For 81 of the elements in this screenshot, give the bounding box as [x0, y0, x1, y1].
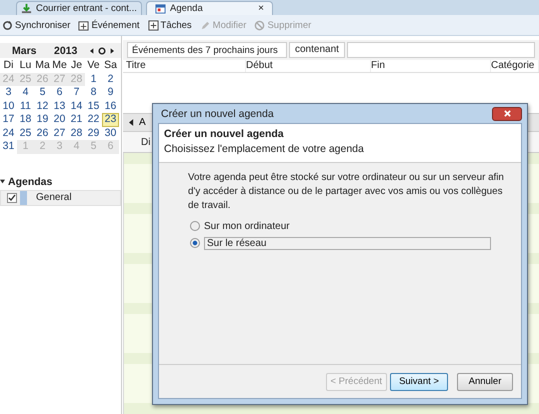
- column-header[interactable]: Début: [246, 60, 371, 72]
- day-cell[interactable]: 26: [34, 126, 51, 140]
- day-cell[interactable]: 27: [51, 126, 68, 140]
- year-label[interactable]: 2013: [54, 44, 84, 56]
- day-cell[interactable]: 31: [0, 140, 17, 154]
- toolbar-button[interactable]: Synchroniser: [0, 20, 72, 30]
- agenda-name: General: [35, 192, 72, 203]
- column-header[interactable]: Fin: [371, 60, 491, 72]
- day-cell[interactable]: 17: [0, 113, 17, 126]
- delete-icon: [254, 20, 266, 30]
- day-cell[interactable]: 14: [68, 100, 85, 113]
- close-button[interactable]: [492, 106, 522, 120]
- day-cell[interactable]: 10: [0, 100, 17, 113]
- checkbox[interactable]: [7, 192, 17, 202]
- day-header: Di: [141, 136, 150, 148]
- day-cell[interactable]: 29: [85, 126, 102, 140]
- calendar-icon: [155, 3, 166, 14]
- search-field[interactable]: [346, 42, 535, 58]
- day-cell[interactable]: 21: [68, 113, 85, 126]
- toolbar-button[interactable]: Tâches: [146, 20, 194, 30]
- weekday-label: Ve: [86, 59, 101, 72]
- day-cell[interactable]: 18: [17, 113, 34, 126]
- day-cell[interactable]: 7: [68, 86, 85, 100]
- day-cell[interactable]: 30: [102, 126, 119, 140]
- day-cell[interactable]: 22: [85, 113, 102, 126]
- weekday-label: Sa: [103, 59, 118, 72]
- dialog-button[interactable]: Annuler: [457, 372, 513, 390]
- previous-week-button[interactable]: A: [123, 117, 152, 128]
- day-cell[interactable]: 28: [68, 126, 85, 140]
- day-cell[interactable]: 25: [17, 126, 34, 140]
- toolbar-button[interactable]: Événement: [76, 20, 142, 30]
- radio-button[interactable]: [190, 238, 200, 248]
- day-cell[interactable]: 20: [51, 113, 68, 126]
- download-icon: [21, 3, 32, 14]
- previous-month-icon: [90, 48, 94, 54]
- day-cell[interactable]: 23: [102, 113, 119, 126]
- month-label[interactable]: Mars: [12, 44, 54, 56]
- tab[interactable]: Agenda ×: [146, 1, 273, 15]
- day-cell[interactable]: 12: [34, 100, 51, 113]
- radio-button[interactable]: [190, 221, 200, 231]
- weekday-label: Me: [51, 59, 68, 72]
- weekday-label: Ma: [34, 59, 51, 72]
- day-cell[interactable]: 6: [51, 86, 68, 100]
- close-button[interactable]: ×: [258, 3, 264, 14]
- filter-label: contenant: [289, 42, 345, 58]
- sync-icon: [2, 20, 13, 30]
- day-cell[interactable]: 2: [102, 72, 119, 86]
- column-header[interactable]: Catégorie: [491, 60, 539, 72]
- day-cell[interactable]: 11: [17, 100, 34, 113]
- tab[interactable]: Courrier entrant - cont...: [16, 1, 142, 15]
- day-cell[interactable]: 5: [34, 86, 51, 100]
- dialog-heading: Créer un nouvel agenda: [164, 128, 285, 140]
- day-cell[interactable]: 19: [34, 113, 51, 126]
- dialog-title: Créer un nouvel agenda: [161, 108, 275, 120]
- day-cell[interactable]: 1: [85, 72, 102, 86]
- column-header[interactable]: Titre: [126, 60, 246, 72]
- weekday-label: Di: [2, 59, 14, 72]
- dialog-subheading: Choisissez l'emplacement de votre agenda: [164, 143, 365, 155]
- day-cell[interactable]: 15: [85, 100, 102, 113]
- day-cell[interactable]: 9: [102, 86, 119, 100]
- checklist-icon: [148, 20, 159, 30]
- filter-dropdown[interactable]: Événements des 7 prochains jours: [127, 42, 287, 58]
- weekday-label: Je: [70, 59, 84, 72]
- agenda-row[interactable]: General: [0, 190, 121, 206]
- today-icon: [98, 46, 106, 54]
- radio-option[interactable]: Sur mon ordinateur: [190, 219, 491, 233]
- pencil-icon: [200, 20, 211, 30]
- next-month-icon: [110, 48, 114, 54]
- dialog-button[interactable]: Suivant >: [390, 372, 448, 390]
- weekday-label: Lu: [18, 59, 32, 72]
- section-heading: Agendas: [8, 176, 52, 188]
- day-cell[interactable]: 3: [0, 86, 17, 100]
- description-text: Votre agenda peut être stocké sur votre ordinateur ou sur un serveur afin d'y accéder à distance ou de le partager avec vos amis ou vos collègues de travail.: [188, 171, 505, 213]
- close-icon: [504, 110, 510, 117]
- calendar-plus-icon: [78, 20, 90, 30]
- day-cell[interactable]: 24: [0, 126, 17, 140]
- day-cell[interactable]: 8: [85, 86, 102, 100]
- day-cell[interactable]: 4: [17, 86, 34, 100]
- left-arrow-icon: [129, 119, 134, 126]
- day-cell[interactable]: 16: [102, 100, 119, 113]
- day-cell[interactable]: 13: [51, 100, 68, 113]
